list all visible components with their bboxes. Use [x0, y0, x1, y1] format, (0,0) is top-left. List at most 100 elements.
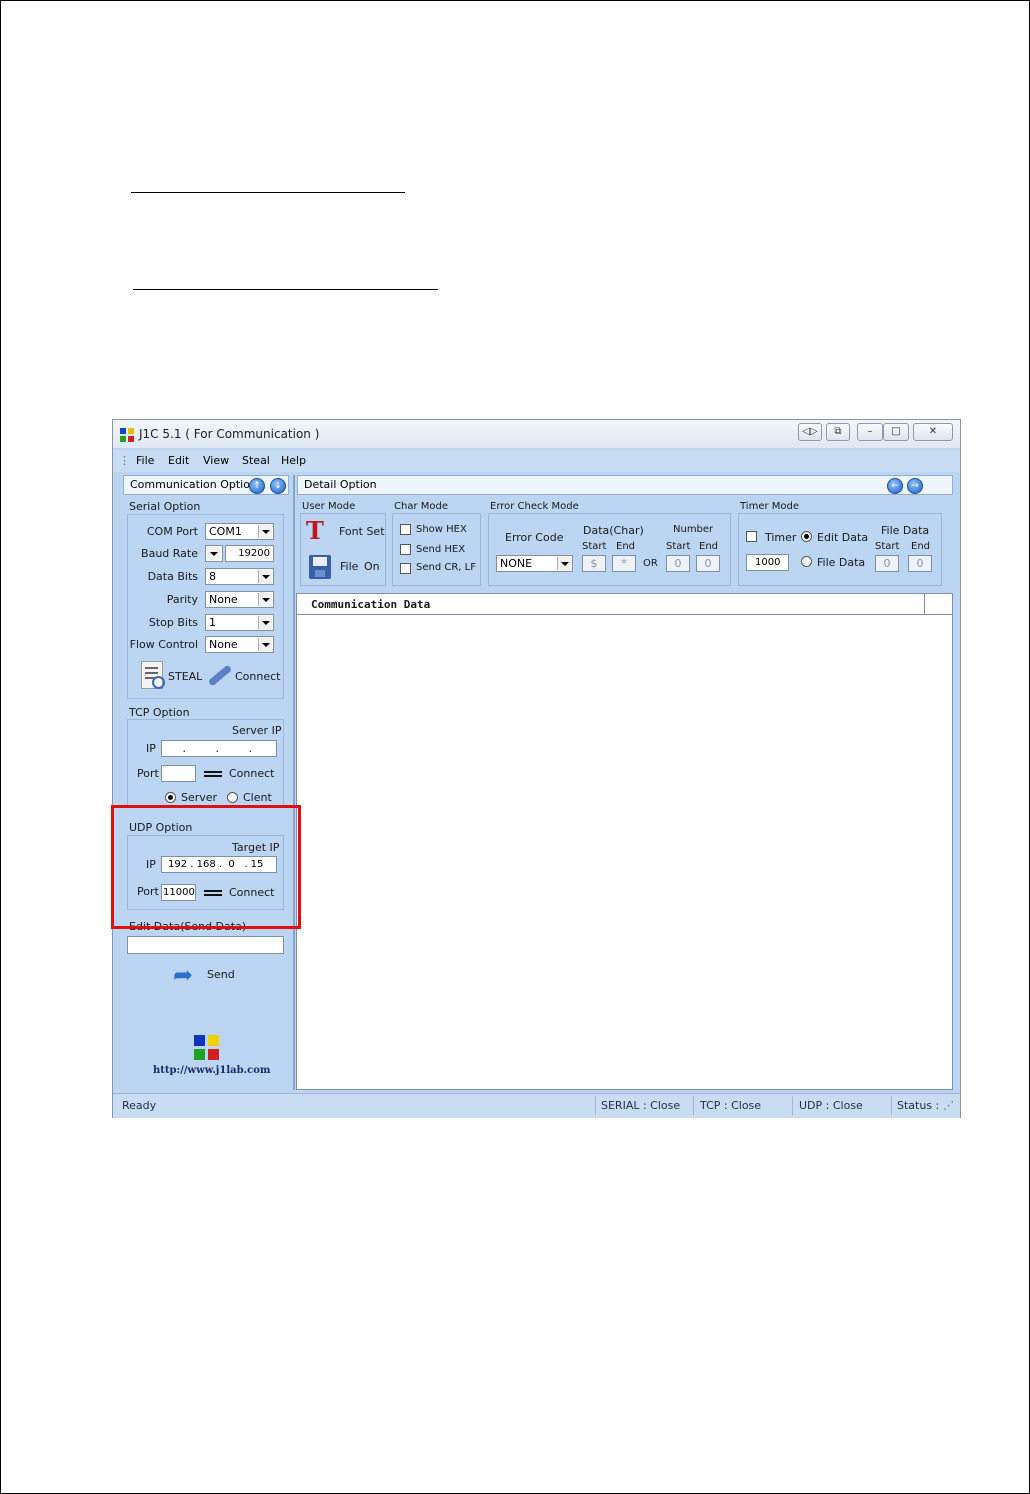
error-code-select[interactable]: NONE — [496, 555, 573, 572]
data-char-label: Data(Char) — [583, 524, 644, 537]
server-radio[interactable] — [165, 792, 176, 803]
data-end-value: * — [621, 557, 627, 570]
tcp-connect-icon — [204, 770, 222, 778]
fd-start-value: 0 — [883, 557, 891, 570]
close-button[interactable]: ✕ — [913, 423, 953, 441]
tcp-port-label: Port — [137, 767, 159, 780]
fd-start-input[interactable]: 0 — [875, 555, 899, 572]
error-code-value: NONE — [500, 557, 533, 570]
or-label: OR — [643, 558, 658, 569]
arrow-up-icon[interactable]: ↑ — [249, 478, 265, 494]
status-serial: SERIAL : Close — [601, 1099, 681, 1112]
timer-label: Timer — [765, 531, 797, 544]
send-crlf-label: Send CR, LF — [416, 562, 476, 573]
status-label: Status : — [897, 1099, 940, 1112]
send-arrow-icon: ➦ — [173, 961, 194, 989]
steal-icon — [141, 661, 165, 689]
maximize-button[interactable]: □ — [883, 423, 909, 441]
comm-data-column[interactable]: Communication Data — [311, 598, 430, 611]
menu-view[interactable]: View — [203, 454, 229, 467]
steal-button[interactable]: STEAL — [139, 661, 203, 689]
timer-interval-value: 1000 — [755, 557, 781, 568]
num-start-input[interactable]: 0 — [666, 555, 690, 572]
fd-end-input[interactable]: 0 — [908, 555, 932, 572]
title-bar: J1C 5.1 ( For Communication ) ◁▷ ⧉ – □ ✕ — [113, 420, 960, 448]
font-set-button[interactable]: Font Set — [339, 525, 385, 538]
show-hex-label: Show HEX — [416, 524, 467, 535]
minimize-button[interactable]: – — [857, 423, 883, 441]
number-label: Number — [673, 524, 714, 535]
edit-data-input[interactable] — [127, 936, 284, 954]
com-port-value: COM1 — [209, 525, 242, 538]
pin-icon[interactable]: ◁▷ — [798, 423, 822, 441]
app-icon — [120, 428, 134, 442]
tcp-port-input[interactable] — [161, 765, 196, 782]
com-port-select[interactable]: COM1 — [205, 523, 274, 540]
status-tcp: TCP : Close — [700, 1099, 762, 1112]
send-hex-checkbox[interactable] — [400, 544, 411, 555]
comm-data-area[interactable]: Communication Data — [296, 593, 953, 1090]
fd-end-value: 0 — [916, 557, 924, 570]
client-radio[interactable] — [227, 792, 238, 803]
steal-label: STEAL — [168, 670, 203, 683]
baud-dropdown-button[interactable] — [205, 545, 223, 562]
menu-help[interactable]: Help — [281, 454, 306, 467]
arrow-left-icon[interactable]: ← — [887, 478, 903, 494]
data-bits-label: Data Bits — [147, 570, 198, 583]
edit-data-radio[interactable] — [801, 531, 812, 542]
status-separator — [891, 1096, 892, 1115]
send-hex-label: Send HEX — [416, 544, 466, 555]
resize-grip-icon[interactable]: ⋰ — [943, 1099, 954, 1112]
arrow-right-icon[interactable]: → — [907, 478, 923, 494]
file-on-toggle[interactable]: On — [364, 560, 380, 573]
timer-interval-input[interactable]: 1000 — [746, 554, 789, 571]
app-window: J1C 5.1 ( For Communication ) ◁▷ ⧉ – □ ✕… — [112, 419, 961, 1118]
num-start-label: Start — [666, 541, 691, 552]
user-mode-heading: User Mode — [302, 501, 356, 512]
error-code-label: Error Code — [505, 531, 564, 544]
copy-icon[interactable]: ⧉ — [826, 423, 850, 441]
menu-file[interactable]: File — [136, 454, 154, 467]
tcp-server-ip-label: Server IP — [232, 724, 282, 737]
serial-connect-button[interactable]: Connect — [205, 661, 280, 689]
send-button[interactable]: ➦ Send — [171, 960, 241, 990]
parity-select[interactable]: None — [205, 591, 274, 608]
status-separator — [792, 1096, 793, 1115]
timer-checkbox[interactable] — [746, 531, 757, 542]
num-end-value: 0 — [704, 557, 712, 570]
tcp-ip-input[interactable]: . . . — [161, 740, 277, 757]
menu-steal[interactable]: Steal — [242, 454, 270, 467]
flow-control-select[interactable]: None — [205, 636, 274, 653]
file-data-radio[interactable] — [801, 556, 812, 567]
num-end-input[interactable]: 0 — [696, 555, 720, 572]
underline-2 — [133, 289, 438, 290]
tcp-heading: TCP Option — [129, 706, 190, 719]
client-label: Clent — [243, 791, 272, 804]
num-end-label: End — [699, 541, 719, 552]
send-crlf-checkbox[interactable] — [400, 563, 411, 574]
stop-bits-select[interactable]: 1 — [205, 614, 274, 631]
show-hex-checkbox[interactable] — [400, 524, 411, 535]
arrow-down-icon[interactable]: ↓ — [270, 478, 286, 494]
file-data-label: File Data — [817, 556, 866, 569]
data-end-input[interactable]: * — [612, 555, 636, 572]
udp-highlight-box — [111, 805, 301, 929]
data-start-input[interactable]: $ — [582, 555, 606, 572]
server-label: Server — [181, 791, 218, 804]
baud-input[interactable]: 19200 — [225, 545, 274, 562]
status-udp: UDP : Close — [799, 1099, 863, 1112]
baud-label: Baud Rate — [141, 547, 198, 560]
menu-edit[interactable]: Edit — [168, 454, 189, 467]
detail-option-title: Detail Option — [304, 478, 377, 491]
tcp-connect-button[interactable]: Connect — [229, 767, 274, 780]
detail-option-header: Detail Option — [297, 475, 953, 495]
j1lab-logo — [194, 1035, 220, 1061]
menu-bar: ⋮ File Edit View Steal Help — [113, 450, 960, 472]
underline-1 — [131, 192, 405, 193]
file-label: File — [340, 560, 359, 573]
status-separator — [595, 1096, 596, 1115]
data-bits-select[interactable]: 8 — [205, 568, 274, 585]
font-set-icon: T — [306, 516, 324, 545]
edit-data-label: Edit Data — [817, 531, 869, 544]
website-link[interactable]: http://www.j1lab.com — [153, 1065, 270, 1076]
